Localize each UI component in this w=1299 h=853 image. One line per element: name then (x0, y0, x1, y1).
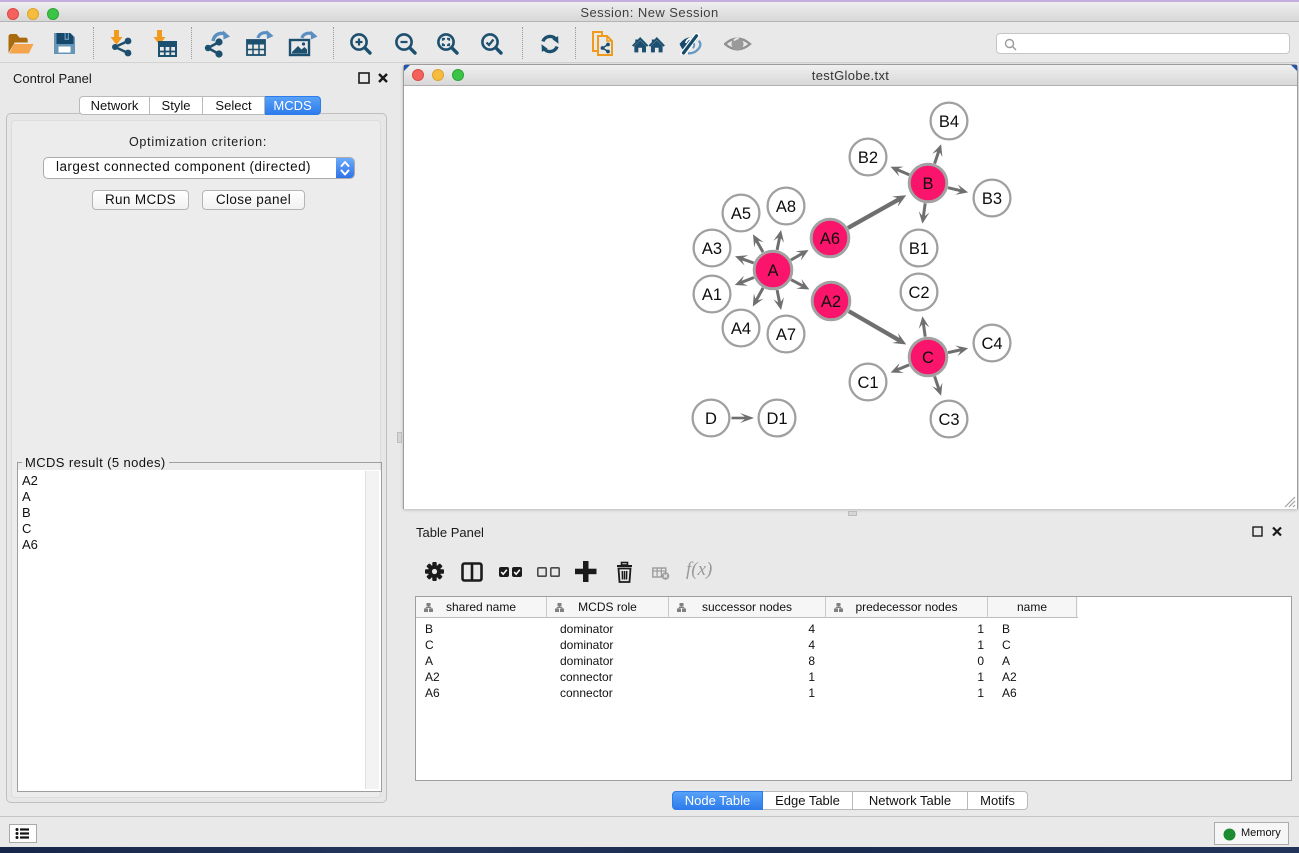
svg-text:B: B (922, 175, 933, 193)
svg-text:C4: C4 (981, 335, 1002, 353)
svg-text:A4: A4 (731, 320, 751, 338)
svg-text:A5: A5 (731, 205, 751, 223)
svg-text:C: C (922, 349, 934, 367)
svg-text:B1: B1 (909, 240, 929, 258)
svg-text:A8: A8 (776, 198, 796, 216)
svg-text:A: A (767, 262, 778, 280)
svg-text:B3: B3 (982, 190, 1002, 208)
svg-text:B2: B2 (858, 149, 878, 167)
svg-text:D1: D1 (766, 410, 787, 428)
svg-text:A2: A2 (821, 293, 841, 311)
svg-text:A7: A7 (776, 326, 796, 344)
svg-text:A6: A6 (820, 230, 840, 248)
svg-text:C2: C2 (908, 284, 929, 302)
svg-text:A1: A1 (702, 286, 722, 304)
svg-text:D: D (705, 410, 717, 428)
svg-text:A3: A3 (702, 240, 722, 258)
svg-text:C1: C1 (857, 374, 878, 392)
svg-text:B4: B4 (939, 113, 959, 131)
svg-text:C3: C3 (938, 411, 959, 429)
